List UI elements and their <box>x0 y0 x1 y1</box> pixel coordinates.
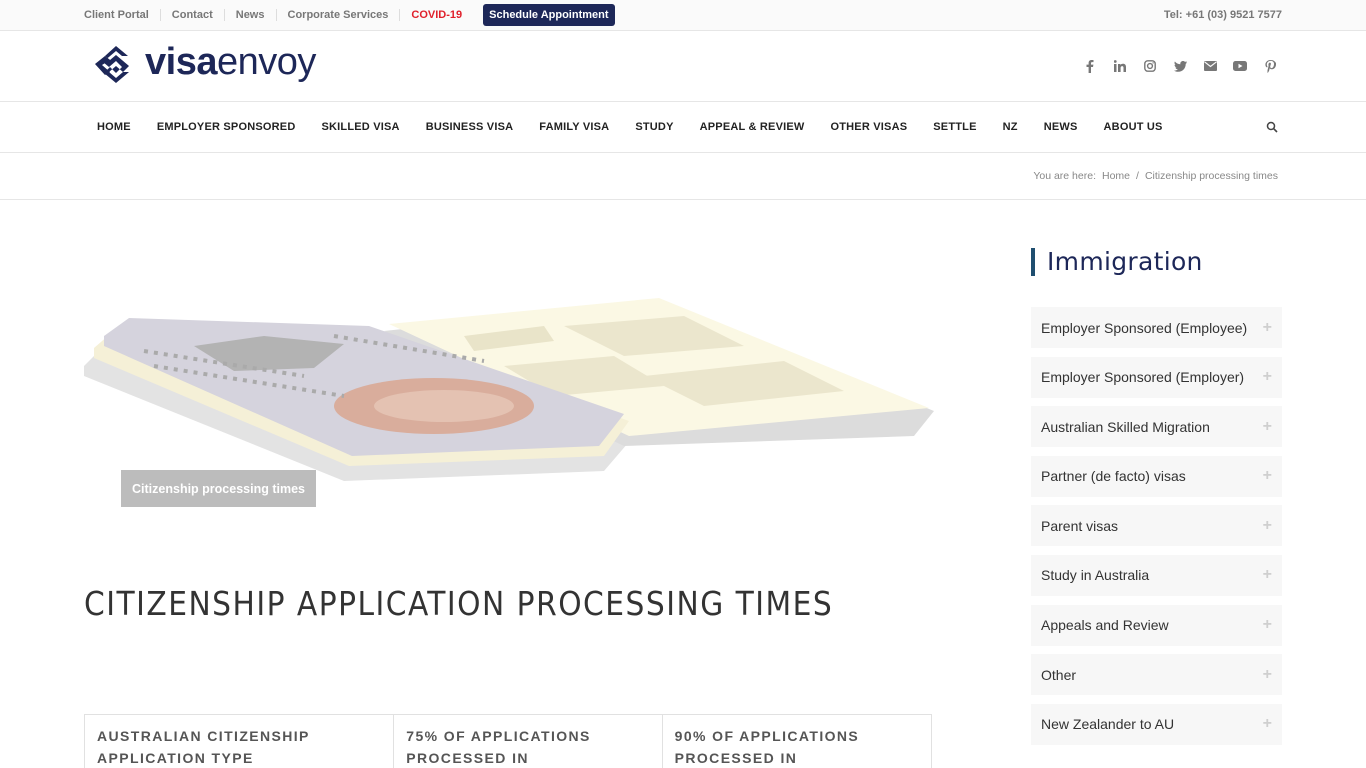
site-header: visaenvoy <box>0 31 1366 102</box>
main-navigation: HOME EMPLOYER SPONSORED SKILLED VISA BUS… <box>0 102 1366 153</box>
breadcrumb-prefix: You are here: <box>1033 170 1096 182</box>
nav-settle[interactable]: SETTLE <box>920 121 989 133</box>
mail-icon[interactable] <box>1202 58 1218 74</box>
corporate-services-link[interactable]: Corporate Services <box>275 9 400 21</box>
youtube-icon[interactable] <box>1232 58 1248 74</box>
schedule-appointment-button[interactable]: Schedule Appointment <box>483 4 615 26</box>
sidebar-item-partner-visas[interactable]: Partner (de facto) visas + <box>1031 455 1282 497</box>
nav-study[interactable]: STUDY <box>622 121 686 133</box>
contact-link[interactable]: Contact <box>159 9 224 21</box>
sidebar-item-label: Appeals and Review <box>1041 617 1169 634</box>
table-header-75-percent: 75% OF APPLICATIONS PROCESSED IN <box>394 715 663 768</box>
news-link[interactable]: News <box>223 9 276 21</box>
expand-icon[interactable]: + <box>1263 467 1272 485</box>
social-links <box>1082 58 1278 74</box>
sidebar-item-label: Partner (de facto) visas <box>1041 468 1186 485</box>
sidebar-item-label: Study in Australia <box>1041 567 1150 584</box>
page-title: CITIZENSHIP APPLICATION PROCESSING TIMES <box>84 584 834 623</box>
sidebar-menu: Employer Sponsored (Employee) + Employer … <box>1031 307 1282 753</box>
expand-icon[interactable]: + <box>1263 319 1272 337</box>
breadcrumb-separator: / <box>1136 170 1139 182</box>
logo-mark-icon <box>95 46 129 83</box>
breadcrumb-current[interactable]: Citizenship processing times <box>1145 170 1278 182</box>
facebook-icon[interactable] <box>1082 58 1098 74</box>
nav-home[interactable]: HOME <box>84 121 144 133</box>
visaenvoy-logo[interactable]: visaenvoy <box>93 42 316 84</box>
covid-link[interactable]: COVID-19 <box>399 9 473 21</box>
breadcrumb: You are here: Home / Citizenship process… <box>0 153 1366 200</box>
sidebar-item-new-zealander[interactable]: New Zealander to AU + <box>1031 703 1282 745</box>
nav-other-visas[interactable]: OTHER VISAS <box>817 121 920 133</box>
logo-text: visaenvoy <box>145 42 316 82</box>
expand-icon[interactable]: + <box>1263 616 1272 634</box>
phone-number[interactable]: Tel: +61 (03) 9521 7577 <box>1164 9 1282 21</box>
nav-appeal-review[interactable]: APPEAL & REVIEW <box>687 121 818 133</box>
expand-icon[interactable]: + <box>1263 368 1272 386</box>
passport-image <box>84 298 934 481</box>
sidebar-item-label: Employer Sponsored (Employee) <box>1041 319 1248 336</box>
sidebar-item-parent-visas[interactable]: Parent visas + <box>1031 505 1282 547</box>
instagram-icon[interactable] <box>1142 58 1158 74</box>
sidebar-item-label: Other <box>1041 666 1077 683</box>
table-header-90-percent: 90% OF APPLICATIONS PROCESSED IN <box>674 728 860 766</box>
nav-family-visa[interactable]: FAMILY VISA <box>526 121 622 133</box>
nav-news[interactable]: NEWS <box>1031 121 1091 133</box>
breadcrumb-home[interactable]: Home <box>1102 170 1130 182</box>
hero-caption[interactable]: Citizenship processing times <box>121 470 316 507</box>
sidebar-item-employer-sponsored-employee[interactable]: Employer Sponsored (Employee) + <box>1031 307 1282 348</box>
nav-employer-sponsored[interactable]: EMPLOYER SPONSORED <box>144 121 309 133</box>
sidebar-item-study[interactable]: Study in Australia + <box>1031 554 1282 596</box>
sidebar-item-appeals[interactable]: Appeals and Review + <box>1031 604 1282 646</box>
sidebar-item-label: Australian Skilled Migration <box>1041 418 1210 435</box>
sidebar-item-label: Employer Sponsored (Employer) <box>1041 369 1245 386</box>
sidebar-title: Immigration <box>1031 248 1203 276</box>
logo-text-envoy: envoy <box>216 41 316 83</box>
twitter-icon[interactable] <box>1172 58 1188 74</box>
sidebar-item-employer-sponsored-employer[interactable]: Employer Sponsored (Employer) + <box>1031 356 1282 398</box>
sidebar-item-label: Parent visas <box>1041 517 1119 534</box>
expand-icon[interactable]: + <box>1263 517 1272 535</box>
nav-skilled-visa[interactable]: SKILLED VISA <box>309 121 413 133</box>
sidebar-item-other[interactable]: Other + <box>1031 654 1282 696</box>
sidebar-item-skilled-migration[interactable]: Australian Skilled Migration + <box>1031 406 1282 448</box>
expand-icon[interactable]: + <box>1263 566 1272 584</box>
nav-about-us[interactable]: ABOUT US <box>1091 121 1176 133</box>
linkedin-icon[interactable] <box>1112 58 1128 74</box>
top-links: Client Portal Contact News Corporate Ser… <box>84 0 615 30</box>
nav-business-visa[interactable]: BUSINESS VISA <box>413 121 527 133</box>
expand-icon[interactable]: + <box>1263 666 1272 684</box>
sidebar-item-label: New Zealander to AU <box>1041 716 1175 733</box>
expand-icon[interactable]: + <box>1263 715 1272 733</box>
table-header-application-type: AUSTRALIAN CITIZENSHIP APPLICATION TYPE <box>85 715 395 768</box>
logo-text-visa: visa <box>145 41 217 83</box>
client-portal-link[interactable]: Client Portal <box>84 9 160 21</box>
expand-icon[interactable]: + <box>1263 418 1272 436</box>
pinterest-icon[interactable] <box>1262 58 1278 74</box>
top-bar: Client Portal Contact News Corporate Ser… <box>0 0 1366 31</box>
nav-nz[interactable]: NZ <box>990 121 1031 133</box>
search-icon[interactable] <box>1266 121 1278 133</box>
processing-times-table: AUSTRALIAN CITIZENSHIP APPLICATION TYPE … <box>84 714 932 768</box>
